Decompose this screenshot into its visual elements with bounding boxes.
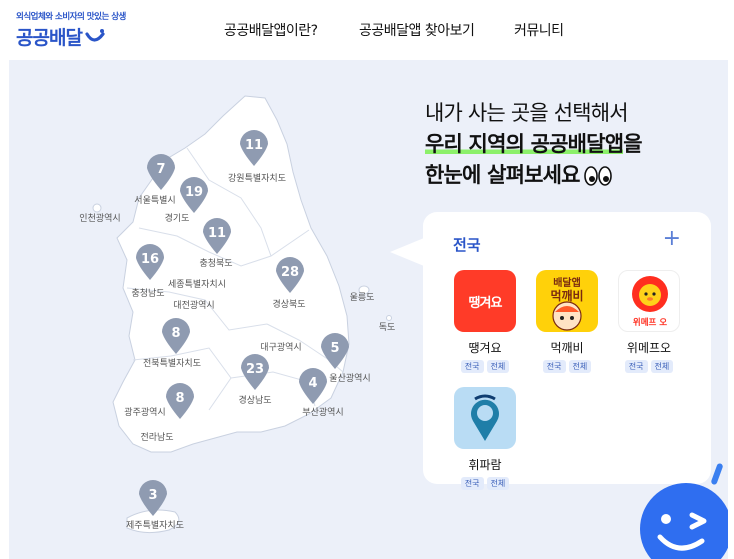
tag-region: 전국 [460, 360, 484, 373]
hero-line-3-text: 한눈에 살펴보세요 [425, 163, 580, 187]
tag-scope: 전체 [486, 477, 510, 490]
ddanggyeoyo-app-icon[interactable]: 땡겨요 [454, 270, 516, 332]
hero-highlight: 우리 지역의 공공배달앱 [425, 132, 624, 156]
app-name: 휘파람 [468, 458, 502, 472]
nav-find-apps[interactable]: 공공배달앱 찾아보기 [359, 20, 475, 40]
region-label[interactable]: 경기도 [165, 212, 190, 224]
marker-count[interactable]: 8 [171, 326, 180, 341]
region-label[interactable]: 세종특별자치시 [168, 278, 226, 290]
region-label[interactable]: 전북특별자치도 [143, 357, 201, 369]
region-label[interactable]: 제주특별자치도 [126, 519, 184, 531]
region-label[interactable]: 경상남도 [238, 394, 271, 406]
app-name: 먹깨비 [550, 341, 584, 355]
goblin-mascot-icon [552, 301, 582, 331]
expand-plus-button[interactable]: + [663, 228, 681, 250]
marker-count[interactable]: 11 [208, 226, 226, 241]
app-card-ddanggyeoyo[interactable]: 땡겨요 땡겨요 전국 전체 [453, 270, 517, 373]
tag-region: 전국 [542, 360, 566, 373]
tag-scope: 전체 [568, 360, 592, 373]
app-card-meokkaebi[interactable]: 배달앱 먹깨비 먹깨비 전국 전체 [535, 270, 599, 373]
tag-scope: 전체 [486, 360, 510, 373]
region-label[interactable]: 독도 [379, 322, 396, 333]
marker-count[interactable]: 19 [185, 185, 203, 200]
app-name: 땡겨요 [468, 341, 502, 355]
panel-pointer [390, 238, 424, 266]
tag-scope: 전체 [650, 360, 674, 373]
region-label[interactable]: 광주광역시 [124, 406, 165, 418]
dokdo-island[interactable] [386, 315, 392, 321]
region-label[interactable]: 강원특별자치도 [228, 172, 286, 184]
region-label[interactable]: 충청남도 [131, 288, 164, 299]
tag-region: 전국 [624, 360, 648, 373]
region-label[interactable]: 경상북도 [272, 298, 305, 310]
hwiparam-app-icon[interactable] [454, 387, 516, 449]
marker-count[interactable]: 23 [246, 362, 264, 377]
header: 외식업체와 소비자의 맛있는 상생 공공배달 공공배달앱이란? 공공배달앱 찾아… [0, 0, 734, 60]
region-label[interactable]: 대전광역시 [173, 299, 214, 311]
region-label[interactable]: 서울특별시 [134, 195, 175, 206]
hero-line-1: 내가 사는 곳을 선택해서 [425, 101, 629, 125]
region-apps-panel: 전국 + 땡겨요 땡겨요 전국 전체 배달앱 먹깨비 먹깨비 전국 전체 위메프 오… [423, 212, 711, 490]
hero-line-2: 우리 지역의 공공배달앱을 [425, 129, 643, 160]
incheon-island[interactable] [92, 203, 102, 213]
eyes-icon [583, 166, 612, 186]
region-label[interactable]: 대구광역시 [260, 341, 301, 353]
hero-line-2-suffix: 을 [623, 132, 642, 156]
region-label[interactable]: 충청북도 [199, 258, 232, 269]
map-pin-logo-icon [471, 394, 499, 441]
marker-count[interactable]: 8 [175, 391, 184, 406]
main-section: 강원특별자치도서울특별시경기도 인천광역시충청북도충청남도 세종특별자치시대전광역시… [9, 60, 728, 559]
app-card-wemakeprice-o[interactable]: 위메프 오 위메프오 전국 전체 [617, 270, 681, 373]
lion-mascot-icon [632, 276, 668, 312]
marker-count[interactable]: 7 [156, 162, 165, 177]
marker-count[interactable]: 28 [281, 265, 299, 280]
smiling-mascot-icon[interactable] [634, 455, 728, 559]
region-label[interactable]: 부산광역시 [302, 406, 343, 418]
marker-count[interactable]: 5 [330, 341, 339, 356]
marker-count[interactable]: 3 [148, 488, 157, 503]
nav-about[interactable]: 공공배달앱이란? [224, 20, 318, 40]
wemakeprice-logo-text: 위메프 오 [632, 318, 668, 328]
tag-region: 전국 [460, 477, 484, 490]
marker-count[interactable]: 16 [141, 252, 159, 267]
wemakeprice-app-icon[interactable]: 위메프 오 [618, 270, 680, 332]
app-name: 위메프오 [626, 341, 672, 355]
hero-line-3: 한눈에 살펴보세요 [425, 160, 642, 191]
marker-count[interactable]: 11 [245, 138, 263, 153]
marker-count[interactable]: 4 [308, 376, 317, 391]
nav-community[interactable]: 커뮤니티 [514, 20, 564, 40]
hero-text: 내가 사는 곳을 선택해서 우리 지역의 공공배달앱을 한눈에 살펴보세요 [425, 98, 643, 191]
ddanggyeoyo-logo-text: 땡겨요 [468, 296, 503, 311]
main-nav: 공공배달앱이란? 공공배달앱 찾아보기 커뮤니티 [0, 20, 734, 40]
region-label[interactable]: 울릉도 [350, 292, 375, 303]
region-label[interactable]: 울산광역시 [329, 372, 370, 384]
app-card-hwiparam[interactable]: 휘파람 전국 전체 [453, 387, 517, 490]
region-label[interactable]: 인천광역시 [79, 212, 120, 224]
region-label[interactable]: 전라남도 [140, 432, 173, 443]
meokkaebi-app-icon[interactable]: 배달앱 먹깨비 [536, 270, 598, 332]
panel-region-title: 전국 [453, 236, 481, 254]
korea-map: 강원특별자치도서울특별시경기도 인천광역시충청북도충청남도 세종특별자치시대전광역시… [79, 95, 396, 534]
